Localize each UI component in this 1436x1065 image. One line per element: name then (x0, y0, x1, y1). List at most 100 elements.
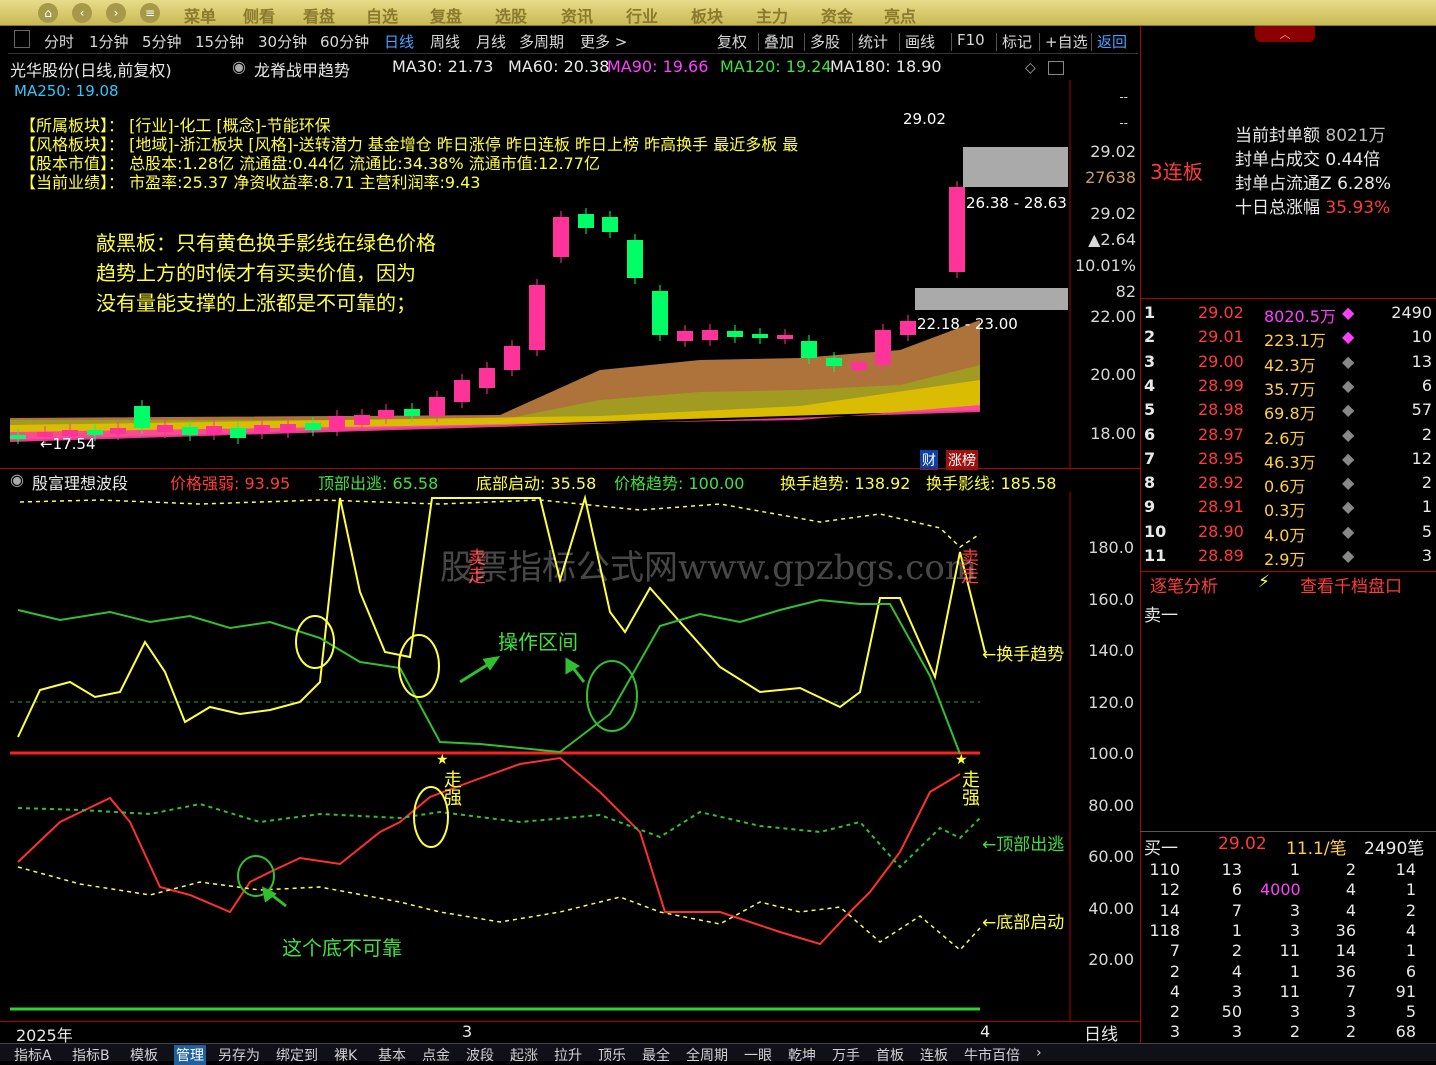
toolbar-button[interactable]: +自选 (1045, 31, 1088, 52)
sub-axis-tick: 60.00 (1088, 847, 1134, 866)
period-tab[interactable]: 更多 > (580, 31, 627, 52)
top-menu-item[interactable]: 侧看 (243, 3, 275, 27)
toolbar-button[interactable]: 统计 (858, 31, 888, 52)
panel-toggle-icon[interactable] (14, 30, 30, 48)
indicator-tab[interactable]: 管理 (174, 1045, 206, 1065)
tick-analysis-link[interactable]: 逐笔分析 (1150, 572, 1218, 597)
home-icon[interactable]: ⌂ (38, 3, 58, 23)
sell-book-row[interactable]: 9 28.91 0.3万 ◆ 1 (1140, 495, 1436, 520)
period-tab[interactable]: 周线 (430, 31, 460, 52)
queue-cell: 36 (1335, 961, 1356, 981)
depth-link[interactable]: 查看千档盘口 (1300, 572, 1402, 597)
top-menu-item[interactable]: 菜单 (184, 3, 216, 27)
top-menu-item[interactable]: 复盘 (430, 3, 462, 27)
sell-book-row[interactable]: 7 28.95 46.3万 ◆ 12 (1140, 447, 1436, 472)
diamond-icon[interactable]: ◇ (1025, 60, 1036, 76)
period-tab[interactable]: 日线 (384, 31, 414, 52)
top-menu-item[interactable]: 自选 (366, 3, 398, 27)
top-menu-item[interactable]: 亮点 (884, 3, 916, 27)
indicator-name[interactable]: 龙脊战甲趋势 (254, 57, 350, 81)
sell-book-row[interactable]: 10 28.90 4.0万 ◆ 5 (1140, 520, 1436, 545)
indicator-tab[interactable]: 万手 (832, 1045, 860, 1065)
divider (1140, 298, 1436, 299)
top-menu-item[interactable]: 资金 (821, 3, 853, 27)
indicator-tab[interactable]: 首板 (876, 1045, 904, 1065)
period-tab[interactable]: 15分钟 (195, 31, 244, 52)
sell-book-row[interactable]: 11 28.89 2.9万 ◆ 3 (1140, 544, 1436, 569)
indicator-tab[interactable]: 全周期 (686, 1045, 728, 1065)
sell-book-row[interactable]: 3 29.00 42.3万 ◆ 13 (1140, 350, 1436, 375)
period-tab[interactable]: 30分钟 (258, 31, 307, 52)
toolbar-button[interactable]: 复权 (717, 31, 747, 52)
finance-badge[interactable]: 财 (920, 450, 938, 470)
back-icon[interactable]: ‹ (72, 3, 92, 23)
period-tab[interactable]: 60分钟 (320, 31, 369, 52)
indicator-tab[interactable]: 另存为 (218, 1045, 260, 1065)
indicator-tab[interactable]: 指标B (72, 1045, 110, 1065)
sell-book-row[interactable]: 1 29.02 8020.5万 ◆ 2490 (1140, 301, 1436, 326)
sub-indicator-name[interactable]: 殷富理想波段 (32, 470, 128, 494)
indicator-tab[interactable]: 起涨 (510, 1045, 538, 1065)
level-price: 28.99 (1198, 375, 1244, 395)
indicator-tabs: 指标A 指标B 模板 管理 另存为 绑定到 裸K 基本 点金 波段 起涨 拉升 顶乐 最全 全周期 一眼 乾坤万… (0, 1043, 1436, 1065)
sub-axis-tick: 40.00 (1088, 899, 1134, 918)
toolbar-button[interactable]: 返回 (1097, 31, 1127, 52)
toolbar-button[interactable]: 画线 (905, 31, 935, 52)
seal-deal-label: 封单占成交 (1235, 150, 1320, 170)
axis-placeholder: -- (1119, 90, 1128, 104)
toolbar-button[interactable]: 标记 (1002, 31, 1032, 52)
order-queue-grid: 110 13 1 2 14 12 6 4000 4 1 14 7 3 4 2 118 1 3 36 4 7 2 11 14 1 2… (1140, 860, 1436, 1062)
indicator-tab[interactable]: 模板 (130, 1045, 158, 1065)
indicator-tab[interactable]: 绑定到 (276, 1045, 318, 1065)
period-tab[interactable]: 多周期 (519, 31, 564, 52)
sell-book-row[interactable]: 6 28.97 2.6万 ◆ 2 (1140, 423, 1436, 448)
queue-cell: 11 (1279, 981, 1300, 1001)
indicator-tab[interactable]: 指标A (14, 1045, 52, 1065)
toolbar-button[interactable]: 叠加 (764, 31, 794, 52)
indicator-tab[interactable]: 连板 (920, 1045, 948, 1065)
indicator-tab[interactable]: 顶乐 (598, 1045, 626, 1065)
level-count: 6 (1421, 375, 1432, 395)
top-menu-item[interactable]: 板块 (691, 3, 723, 27)
period-tab[interactable]: 月线 (476, 31, 506, 52)
sell-book-row[interactable]: 2 29.01 223.1万 ◆ 10 (1140, 325, 1436, 350)
stock-title[interactable]: 光华股份(日线,前复权) (10, 57, 172, 81)
sell-book-row[interactable]: 4 28.99 35.7万 ◆ 6 (1140, 374, 1436, 399)
top-menu-item[interactable]: 选股 (495, 3, 527, 27)
sell-book-row[interactable]: 8 28.92 0.6万 ◆ 2 (1140, 471, 1436, 496)
indicator-tab[interactable]: 乾坤 (788, 1045, 816, 1065)
period-label[interactable]: 日线 (1084, 1020, 1118, 1045)
menu-circle-icon[interactable]: ≡ (140, 3, 160, 23)
level-price: 28.97 (1198, 424, 1244, 444)
tabs-scroll-right-icon[interactable]: › (1036, 1045, 1042, 1061)
level-price: 28.91 (1198, 497, 1244, 517)
queue-cell: 1 (1405, 941, 1416, 961)
layout-icon[interactable] (1048, 61, 1064, 75)
top-menu-item[interactable]: 行业 (626, 3, 658, 27)
indicator-tab[interactable]: 牛市百倍 (964, 1045, 1020, 1065)
top-menu-item[interactable]: 看盘 (303, 3, 335, 27)
indicator-tab[interactable]: 波段 (466, 1045, 494, 1065)
period-tab[interactable]: 分时 (44, 31, 74, 52)
queue-cell: 1 (1405, 880, 1416, 900)
period-tab[interactable]: 5分钟 (142, 31, 182, 52)
indicator-tab[interactable]: 裸K (334, 1045, 357, 1065)
period-tab[interactable]: 1分钟 (89, 31, 129, 52)
indicator-tab[interactable]: 基本 (378, 1045, 406, 1065)
axis-change: ▲2.64 (1088, 230, 1136, 249)
sell-book-row[interactable]: 5 28.98 69.8万 ◆ 57 (1140, 398, 1436, 423)
sub-indicator-dropdown-icon[interactable]: ◉ (10, 470, 24, 489)
limit-up-badge[interactable]: 涨榜 (946, 450, 978, 470)
indicator-tab[interactable]: 拉升 (554, 1045, 582, 1065)
collapse-icon[interactable]: ︿ (1255, 26, 1315, 42)
top-menu-item[interactable]: 主力 (756, 3, 788, 27)
toolbar-button[interactable]: F10 (957, 31, 985, 49)
indicator-tab[interactable]: 点金 (422, 1045, 450, 1065)
toolbar-button[interactable]: 多股 (810, 31, 840, 52)
indicator-tab[interactable]: 一眼 (744, 1045, 772, 1065)
top-menu-item[interactable]: 资讯 (561, 3, 593, 27)
indicator-tab[interactable]: 最全 (642, 1045, 670, 1065)
indicator-dropdown-icon[interactable]: ◉ (232, 57, 246, 76)
ten-day-label: 十日总涨幅 (1235, 198, 1320, 218)
forward-icon[interactable]: › (106, 3, 126, 23)
